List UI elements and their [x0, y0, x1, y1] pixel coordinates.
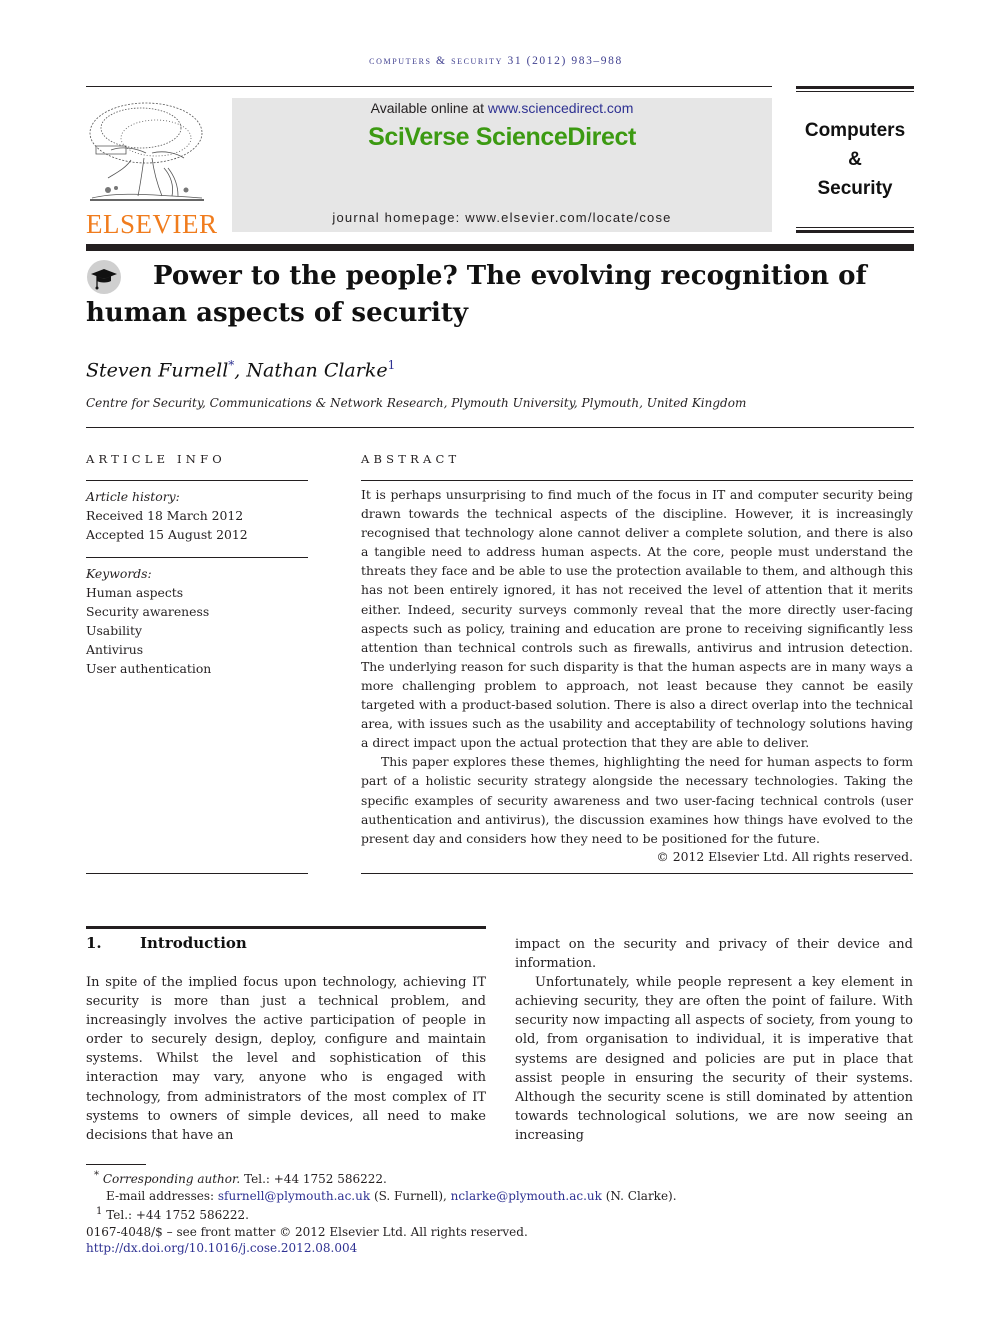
journal-name: Computers & Security: [796, 116, 914, 203]
footnote-mark[interactable]: 1: [388, 358, 396, 372]
body-left-column: In spite of the implied focus upon techn…: [86, 973, 486, 1145]
available-online-line: Available online at www.sciencedirect.co…: [232, 100, 772, 116]
abstract-rule: [361, 480, 913, 481]
front-matter-note: 0167-4048/$ – see front matter © 2012 El…: [86, 1224, 528, 1239]
keyword-item: User authentication: [86, 661, 212, 677]
received-date: Received 18 March 2012: [86, 508, 244, 524]
keyword-item: Antivirus: [86, 642, 144, 658]
journal-box-bottom-rule-thin: [796, 227, 914, 228]
body-right-column: impact on the security and privacy of th…: [515, 935, 913, 1145]
author-name[interactable]: Steven Furnell: [86, 359, 228, 381]
journal-name-line-1: Computers: [804, 120, 906, 141]
sciencedirect-banner: Available online at www.sciencedirect.co…: [232, 98, 772, 232]
keyword-item: Human aspects: [86, 585, 184, 601]
section-rule: [86, 926, 486, 929]
journal-box-top-rule-thin: [796, 91, 914, 92]
history-rule: [86, 557, 308, 558]
journal-box-top-rule: [796, 86, 914, 89]
header-top-rule: [86, 86, 772, 87]
footnote-mark: *: [94, 1170, 99, 1181]
corresponding-tel: Tel.: +44 1752 586222.: [240, 1172, 387, 1186]
elsevier-wordmark: ELSEVIER: [86, 209, 218, 239]
corresponding-author-label: Corresponding author.: [102, 1172, 241, 1186]
abstract-bottom-rule: [361, 873, 913, 874]
email-link-clarke[interactable]: nclarke@plymouth.ac.uk: [451, 1189, 602, 1203]
sciencedirect-link[interactable]: www.sciencedirect.com: [488, 100, 634, 116]
abstract-heading: ABSTRACT: [361, 452, 461, 466]
elsevier-tree-icon: [89, 102, 204, 201]
email-owner: (N. Clarke).: [601, 1188, 677, 1203]
email-addresses: E-mail addresses: sfurnell@plymouth.ac.u…: [86, 1188, 786, 1205]
email-owner: (S. Furnell),: [370, 1188, 451, 1203]
abstract-paragraph: It is perhaps unsurprising to find much …: [361, 487, 913, 751]
section-title: Introduction: [140, 934, 247, 952]
body-paragraph: impact on the security and privacy of th…: [515, 937, 913, 972]
section-heading: 1. Introduction: [86, 934, 247, 952]
corresponding-author-note: * Corresponding author. Tel.: +44 1752 5…: [86, 1168, 786, 1188]
journal-name-box: Computers & Security: [796, 86, 914, 236]
body-paragraph: Unfortunately, while people represent a …: [515, 975, 913, 1143]
sciverse-sciencedirect-logo[interactable]: SciVerse ScienceDirect: [232, 123, 772, 152]
journal-box-bottom-rule: [796, 230, 914, 233]
footnote-rule: [86, 1164, 146, 1165]
journal-name-line-3: Security: [817, 178, 893, 199]
affiliation: Centre for Security, Communications & Ne…: [86, 396, 747, 410]
abstract-paragraph: This paper explores these themes, highli…: [361, 754, 913, 846]
section-number: 1.: [86, 934, 102, 952]
affiliation-rule: [86, 427, 914, 428]
journal-homepage-link[interactable]: journal homepage: www.elsevier.com/locat…: [232, 210, 772, 225]
article-info-rule: [86, 480, 308, 481]
available-online-label: Available online at: [370, 100, 488, 116]
running-head: Computers & Security 31 (2012) 983–988: [369, 55, 623, 67]
abstract-body: It is perhaps unsurprising to find much …: [361, 485, 913, 848]
doi-link[interactable]: http://dx.doi.org/10.1016/j.cose.2012.08…: [86, 1241, 357, 1255]
article-history-label: Article history:: [86, 489, 180, 504]
elsevier-logo[interactable]: ELSEVIER: [86, 98, 218, 239]
article-title: Power to the people? The evolving recogn…: [86, 258, 916, 332]
keywords: Keywords: Human aspects Security awarene…: [86, 564, 308, 679]
author-name[interactable]: Nathan Clarke: [246, 359, 387, 381]
accepted-date: Accepted 15 August 2012: [86, 527, 248, 543]
footnote-1-text: Tel.: +44 1752 586222.: [102, 1208, 249, 1222]
article-info-heading: ARTICLE INFO: [86, 452, 226, 466]
keyword-item: Usability: [86, 623, 142, 639]
email-label: E-mail addresses:: [106, 1188, 218, 1203]
article-history: Article history: Received 18 March 2012 …: [86, 487, 308, 544]
body-paragraph: In spite of the implied focus upon techn…: [86, 975, 486, 1143]
keyword-item: Security awareness: [86, 604, 210, 620]
abstract-copyright: © 2012 Elsevier Ltd. All rights reserved…: [656, 849, 913, 864]
author-separator: ,: [234, 359, 247, 382]
journal-name-line-2: &: [848, 149, 862, 170]
footnote-1: 1 Tel.: +44 1752 586222.: [86, 1204, 786, 1224]
article-info-bottom-rule: [86, 873, 308, 874]
keywords-label: Keywords:: [86, 566, 152, 581]
author-list: Steven Furnell*, Nathan Clarke1: [86, 358, 395, 381]
header-thick-rule: [86, 244, 914, 251]
email-link-furnell[interactable]: sfurnell@plymouth.ac.uk: [218, 1189, 370, 1203]
footnotes: * Corresponding author. Tel.: +44 1752 5…: [86, 1168, 786, 1257]
article-title-text: Power to the people? The evolving recogn…: [86, 261, 867, 328]
